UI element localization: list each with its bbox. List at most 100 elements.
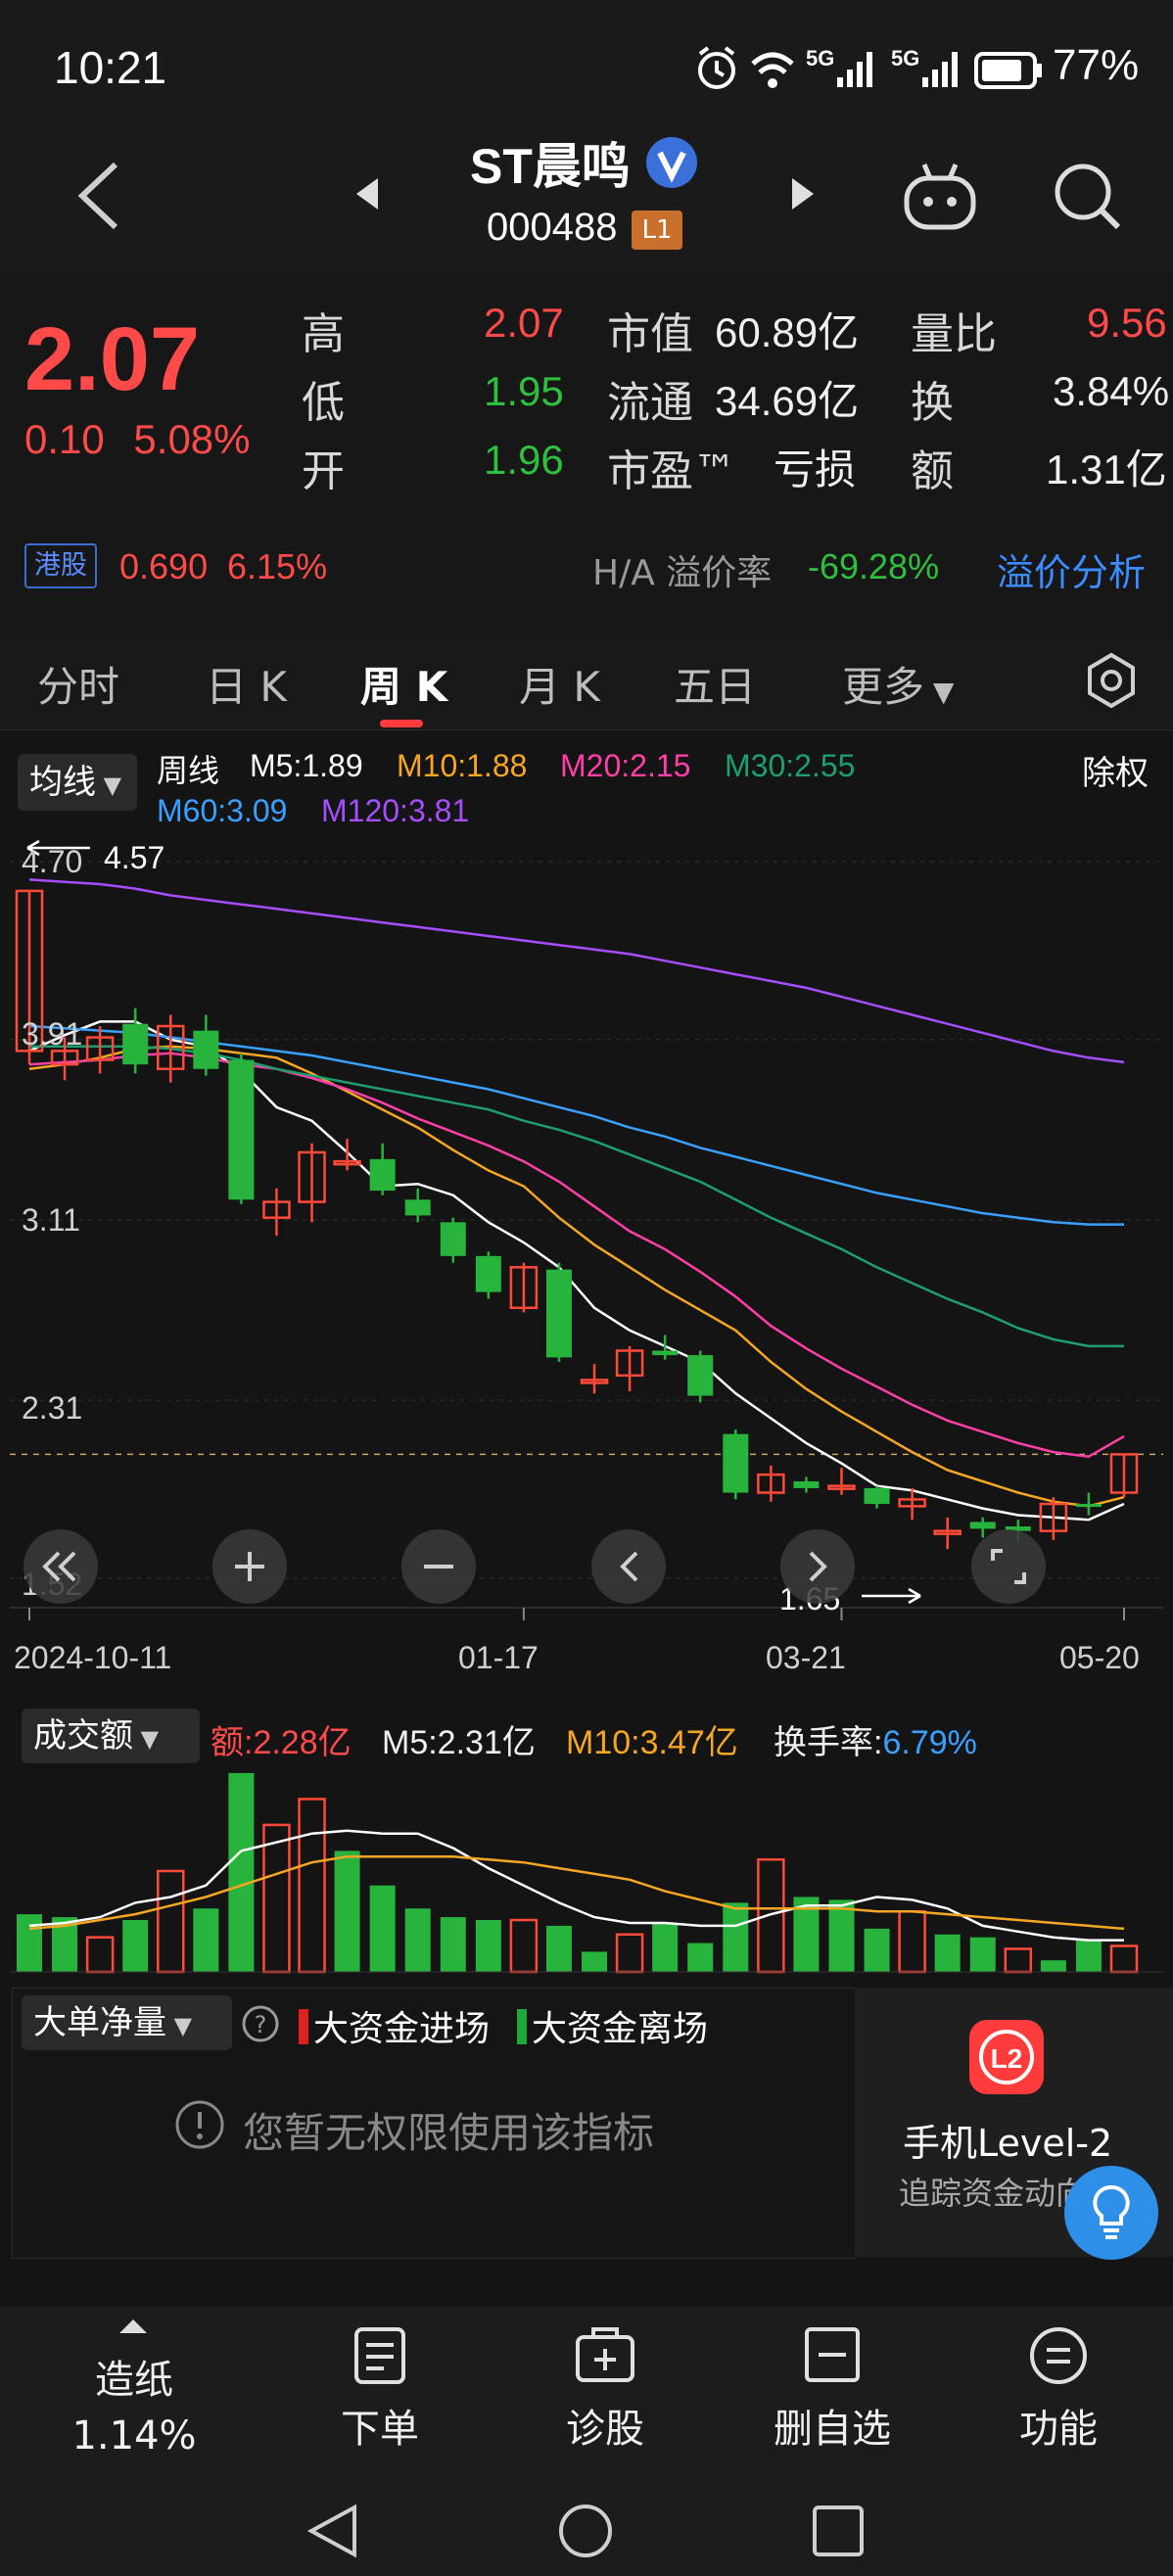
svg-text:5G: 5G: [891, 46, 919, 70]
order-button[interactable]: 下单: [302, 2397, 458, 2454]
alarm-icon: [698, 46, 735, 89]
stat-value-turnover: 3.84%: [1053, 368, 1170, 414]
candle: [475, 1251, 501, 1299]
inflow-legend-swatch: [299, 2009, 308, 2044]
scroll-right-icon: [780, 1529, 855, 1604]
volume-bar: [615, 1933, 644, 1974]
help-icon[interactable]: ?: [241, 2004, 280, 2043]
tab-five-day[interactable]: 五日: [674, 654, 756, 714]
stat-label-volratio: 量比: [911, 309, 997, 359]
big-order-select-label: 大单净量: [33, 2003, 166, 2042]
svg-text:?: ?: [255, 2011, 267, 2038]
diagnose-button[interactable]: 诊股: [527, 2397, 683, 2454]
candle: [298, 1143, 326, 1223]
stat-label-amount: 额: [911, 446, 954, 496]
active-tab-indicator: [380, 720, 423, 727]
ma20-label: M20:2.15: [560, 748, 691, 783]
candle: [85, 1026, 115, 1074]
svg-text:L2: L2: [991, 2043, 1023, 2074]
fullscreen-icon: [971, 1529, 1046, 1604]
period-label: 周线: [157, 752, 220, 789]
back-icon[interactable]: [69, 157, 127, 235]
ma-indicator-select[interactable]: 均线 ▼: [18, 754, 137, 811]
volume-bar: [122, 1920, 149, 1972]
next-stock-icon[interactable]: [788, 174, 818, 213]
stat-value-low: 1.95: [484, 368, 564, 414]
volume-bar: [934, 1934, 961, 1972]
candle-body: [193, 1030, 219, 1069]
bottom-sector-label[interactable]: 造纸: [56, 2348, 212, 2405]
tab-weekly[interactable]: 周 K: [360, 654, 447, 714]
stat-value-open: 1.96: [484, 437, 564, 483]
tab-more[interactable]: 更多 ▼: [842, 654, 954, 714]
diagnose-icon: [576, 2327, 634, 2382]
volume-bar: [969, 1937, 996, 1972]
ex-rights-toggle[interactable]: 除权: [1082, 746, 1149, 794]
level2-title: 手机Level-2: [903, 2122, 1113, 2165]
turnover-rate: 换手率:6.79%: [774, 1715, 977, 1763]
no-permission-message: 您暂无权限使用该指标: [243, 2109, 655, 2157]
stat-label-float: 流通: [607, 378, 693, 428]
chart-controls: [23, 1529, 1046, 1604]
candle: [652, 1335, 679, 1360]
candle-body: [545, 1269, 572, 1358]
candles: [15, 889, 1139, 1550]
ma-line-m30: [29, 1045, 1124, 1348]
candle: [262, 1188, 291, 1237]
stat-label-mktcap: 市值: [607, 309, 693, 359]
volume-bar: [85, 1936, 115, 1974]
verified-icon: [646, 137, 697, 188]
candle: [122, 1007, 149, 1074]
candle: [580, 1364, 609, 1394]
candle-body: [122, 1023, 149, 1065]
big-order-select[interactable]: 大单净量 ▼: [22, 1995, 232, 2050]
candle: [723, 1429, 749, 1500]
prev-stock-icon[interactable]: [352, 174, 382, 213]
search-icon[interactable]: [1048, 157, 1126, 235]
volume-bar: [828, 1899, 855, 1972]
y-tick-0: 4.70: [22, 844, 83, 879]
ma-line-m20: [28, 1052, 1125, 1458]
volume-bar: [652, 1922, 679, 1972]
candle: [864, 1485, 890, 1509]
candle: [404, 1188, 431, 1223]
chevron-down-icon: ▼: [96, 772, 122, 799]
premium-label: H/A 溢价率: [592, 553, 773, 593]
volume-bar: [1004, 1947, 1033, 1974]
signal-icon-2: 5G: [891, 46, 958, 87]
volume-select-label: 成交额: [33, 1716, 133, 1756]
candle: [193, 1014, 219, 1076]
candle-body: [404, 1199, 431, 1216]
volume-chart[interactable]: [0, 1762, 1173, 1978]
candle-body: [440, 1222, 466, 1256]
tips-lightbulb-icon[interactable]: [1062, 2164, 1160, 2262]
nav-recents-icon[interactable]: [809, 2502, 868, 2560]
candle-body: [475, 1255, 501, 1292]
stat-value-high: 2.07: [484, 300, 564, 346]
remove-watchlist-button[interactable]: 删自选: [754, 2397, 911, 2454]
volume-indicator-select[interactable]: 成交额 ▼: [22, 1709, 200, 1763]
chevron-down-icon: ▼: [133, 1725, 160, 1753]
nav-home-icon[interactable]: [556, 2502, 615, 2560]
hk-share-badge[interactable]: 港股: [24, 543, 97, 588]
stat-label-high: 高: [302, 309, 345, 359]
ma-line-m10: [28, 1045, 1125, 1508]
volume-amount: 额:2.28亿: [211, 1724, 352, 1761]
volume-bar: [157, 1869, 185, 1974]
ma10-label: M10:1.88: [397, 748, 528, 783]
tab-daily[interactable]: 日 K: [206, 654, 287, 714]
turnover-rate-value: 6.79%: [882, 1724, 977, 1761]
robot-assistant-icon[interactable]: [901, 157, 979, 235]
volume-bar: [582, 1951, 608, 1972]
candle-body: [369, 1158, 396, 1192]
premium-analysis-link[interactable]: 溢价分析: [997, 542, 1146, 596]
functions-button[interactable]: 功能: [980, 2397, 1137, 2454]
ma60-label: M60:3.09: [157, 793, 288, 828]
nav-back-icon[interactable]: [304, 2502, 362, 2560]
tab-intraday[interactable]: 分时: [37, 654, 119, 714]
level-badge: L1: [632, 211, 682, 250]
tab-monthly[interactable]: 月 K: [519, 654, 600, 714]
stock-code: 000488: [487, 206, 618, 249]
chart-settings-icon[interactable]: [1082, 651, 1141, 710]
hk-percent: 6.15%: [227, 546, 328, 586]
